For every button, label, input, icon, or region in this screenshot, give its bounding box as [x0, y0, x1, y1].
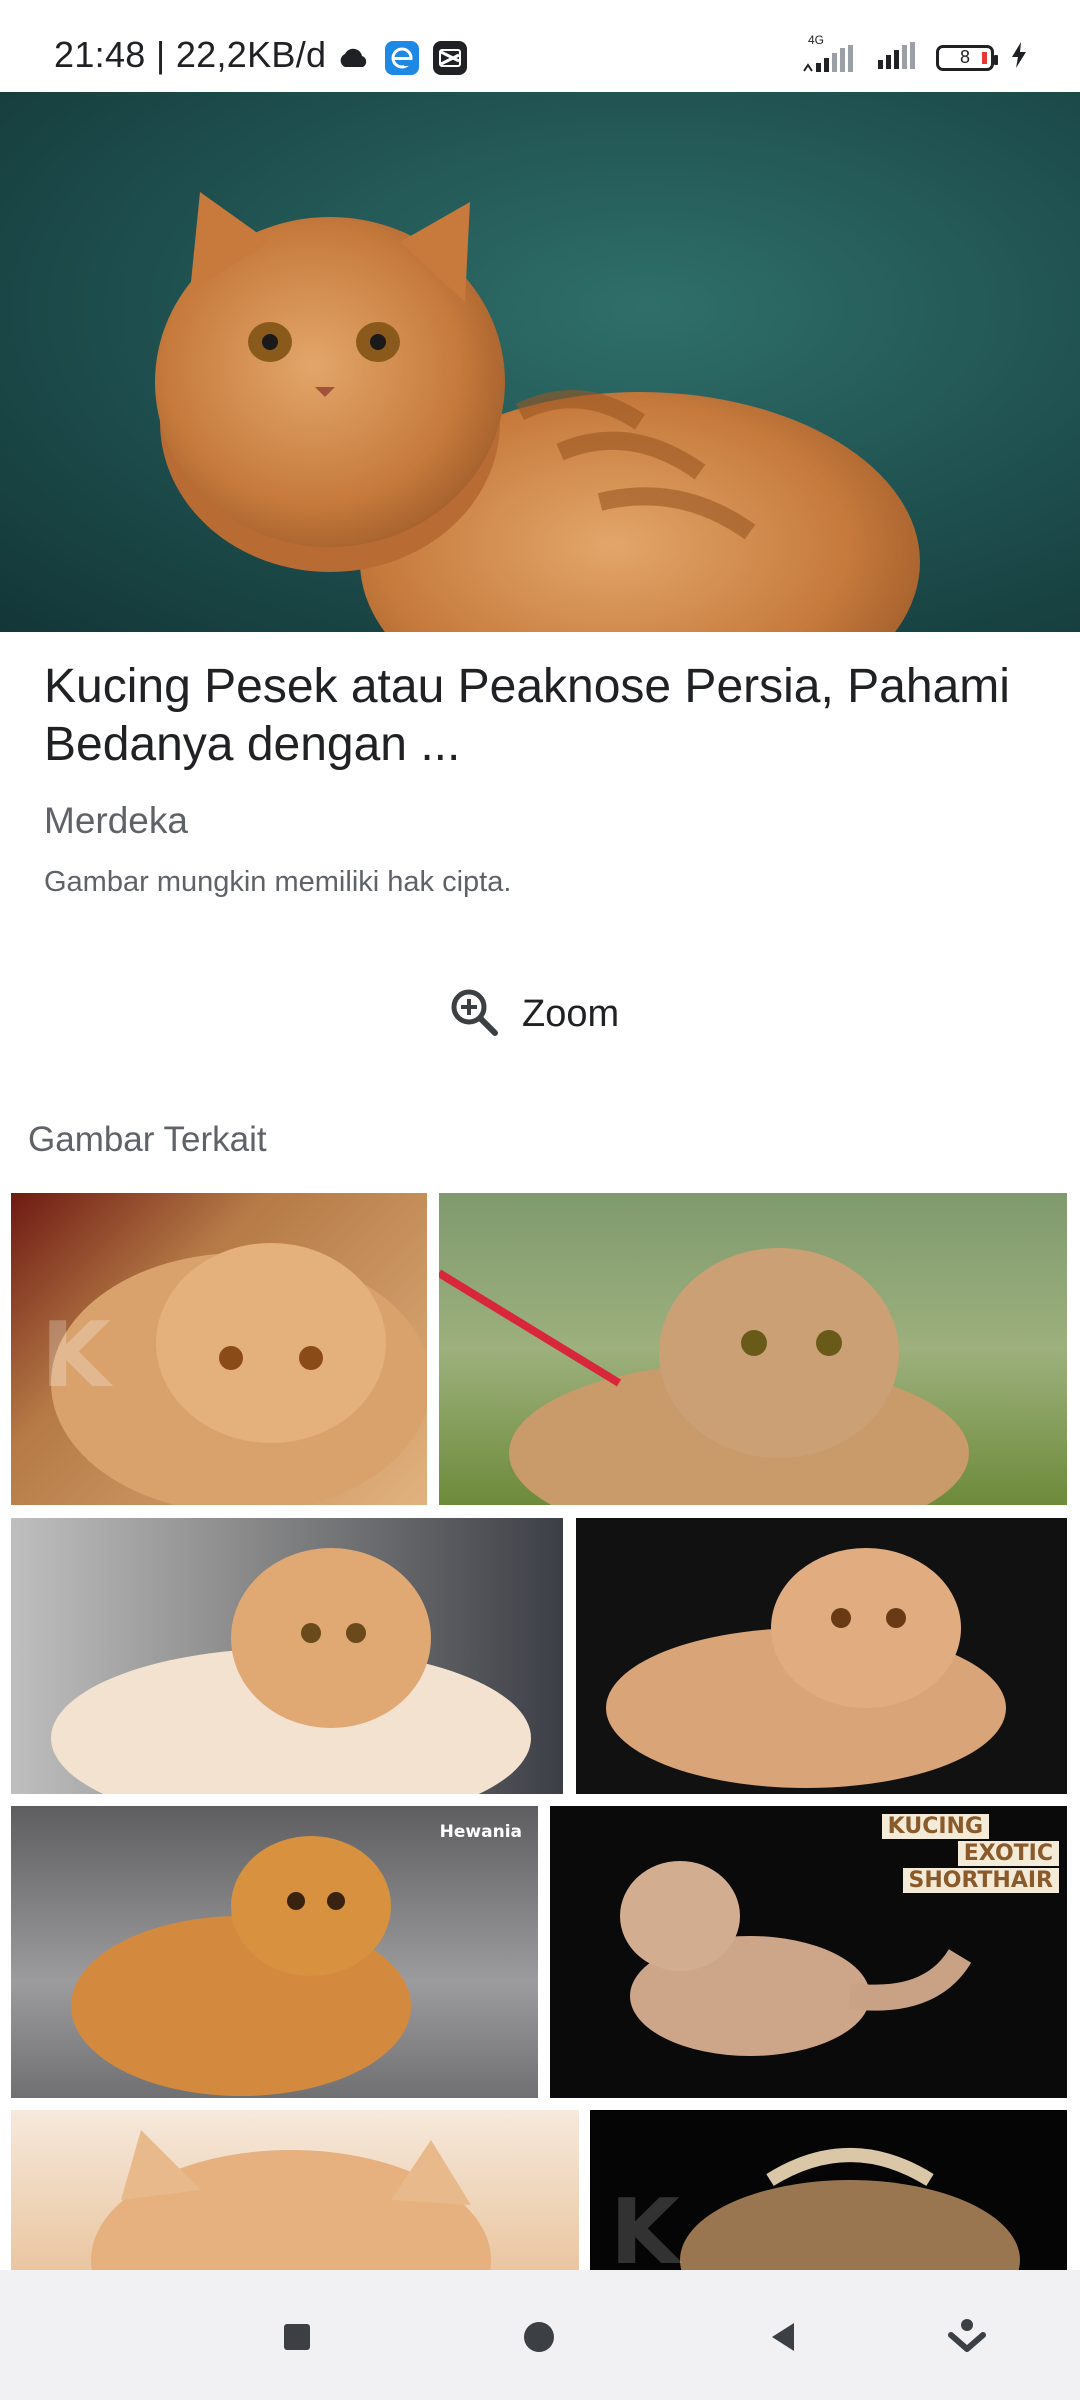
- status-bar: 21:48 | 22,2KB/d 4G 8: [0, 0, 1080, 92]
- network-type-label: 4G: [808, 32, 825, 47]
- signal-4g-icon: 4G: [802, 33, 860, 73]
- zoom-button[interactable]: Zoom: [448, 984, 619, 1044]
- thumb-watermark: K: [610, 2180, 680, 2270]
- signal-icon: [876, 40, 920, 75]
- charging-icon: [1010, 41, 1028, 74]
- status-notification-icons: [336, 40, 468, 76]
- cat-photo: [91, 2130, 491, 2270]
- image-title[interactable]: Kucing Pesek atau Peaknose Persia, Paham…: [44, 658, 1044, 774]
- circle-icon: [524, 2322, 554, 2352]
- battery-level: 8: [959, 47, 970, 67]
- thumb-watermark: K: [41, 1303, 111, 1408]
- thumb-overlay-caption: KUCING EXOTIC SHORTHAIR: [881, 1814, 1059, 1893]
- related-image-7[interactable]: [11, 2110, 579, 2270]
- back-button[interactable]: [758, 2312, 808, 2362]
- related-image-2[interactable]: [439, 1193, 1067, 1505]
- zoom-in-icon: [448, 986, 500, 1043]
- related-image-8[interactable]: K: [590, 2110, 1067, 2270]
- image-source[interactable]: Merdeka: [44, 800, 188, 842]
- assistant-button[interactable]: [942, 2312, 992, 2362]
- battery-icon: 8: [936, 44, 998, 71]
- cat-photo: [71, 1836, 411, 2096]
- caption-line: EXOTIC: [957, 1841, 1059, 1866]
- related-image-5[interactable]: Hewania: [11, 1806, 538, 2098]
- square-icon: [284, 2324, 310, 2350]
- home-button[interactable]: [514, 2312, 564, 2362]
- thumb-watermark: Hewania: [439, 1822, 522, 1842]
- related-image-6[interactable]: KUCING EXOTIC SHORTHAIR: [550, 1806, 1067, 2098]
- capcut-icon: [432, 40, 468, 76]
- back-triangle-icon: [772, 2323, 794, 2351]
- main-image[interactable]: [0, 92, 1080, 632]
- cat-photo: [439, 1248, 969, 1505]
- cloud-icon: [336, 40, 372, 76]
- cat-photo: [51, 1548, 531, 1794]
- cat-photo: [155, 192, 920, 632]
- caption-line: SHORTHAIR: [902, 1868, 1059, 1893]
- chevron-down-icon: [948, 2319, 986, 2352]
- copyright-notice: Gambar mungkin memiliki hak cipta.: [44, 866, 512, 898]
- related-image-1[interactable]: K: [11, 1193, 427, 1505]
- system-navigation-bar: [0, 2270, 1080, 2400]
- recents-button[interactable]: [272, 2312, 322, 2362]
- zoom-label: Zoom: [522, 992, 620, 1035]
- caption-line: KUCING: [881, 1814, 989, 1839]
- related-images-heading: Gambar Terkait: [28, 1120, 267, 1159]
- cat-photo: [606, 1548, 1006, 1788]
- status-time: 21:48 | 22,2KB/d: [54, 34, 327, 75]
- status-system-icons: 4G 8: [802, 33, 1028, 75]
- related-image-4[interactable]: [576, 1518, 1067, 1794]
- browser-e-icon: [384, 40, 420, 76]
- related-image-3[interactable]: [11, 1518, 563, 1794]
